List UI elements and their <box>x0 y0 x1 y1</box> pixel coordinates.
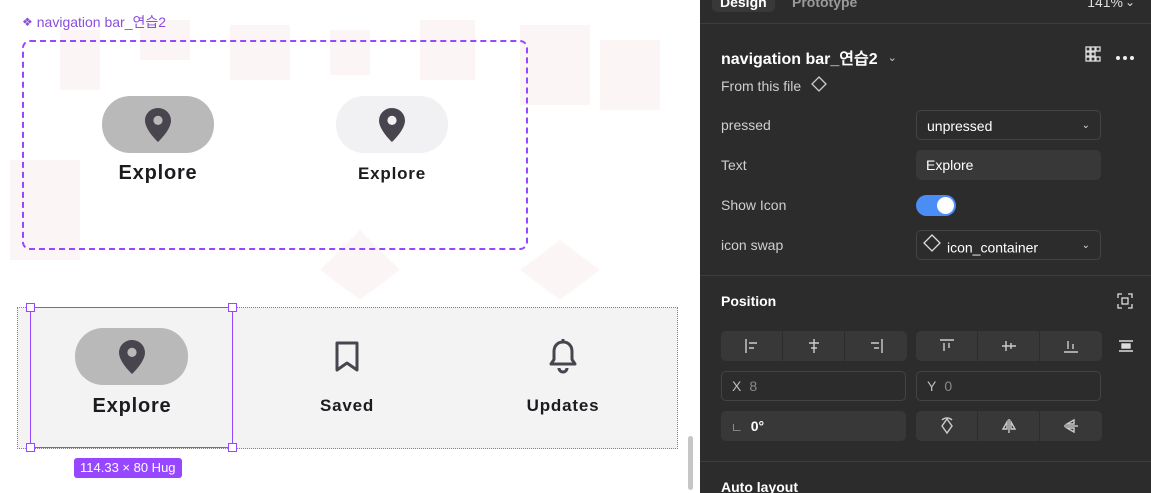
resize-handle-top-left[interactable] <box>26 303 35 312</box>
resize-handle-bottom-right[interactable] <box>228 443 237 452</box>
location-pin-icon <box>145 107 171 142</box>
variant-pressed-label: Explore <box>118 162 198 184</box>
text-input[interactable]: Explore <box>916 150 1101 180</box>
properties-panel: Design Prototype 141% ⌄ navigation bar_연… <box>700 0 1151 493</box>
horizontal-align-group <box>721 331 907 361</box>
selection-size-badge: 114.33 × 80 Hug <box>74 458 182 478</box>
component-grid-icon[interactable] <box>1085 46 1101 65</box>
variant-pressed-pill[interactable] <box>102 96 214 153</box>
align-top-button[interactable] <box>916 331 978 361</box>
design-canvas[interactable]: ❖ navigation bar_연습2 Explore Explore Exp… <box>0 0 700 493</box>
rotation-value: 0° <box>750 418 765 434</box>
show-icon-toggle[interactable] <box>916 195 956 216</box>
align-right-button[interactable] <box>845 331 907 361</box>
icon-swap-select[interactable]: icon_container ⌄ <box>916 230 1101 260</box>
component-diamond-icon <box>923 232 941 262</box>
component-diamond-icon[interactable] <box>811 76 828 95</box>
prop-pressed-label: pressed <box>721 117 771 133</box>
position-section-title: Position <box>721 293 777 309</box>
y-value: 0 <box>944 378 953 394</box>
align-vertical-center-button[interactable] <box>978 331 1040 361</box>
instance-name-text: navigation bar_연습2 <box>721 51 878 68</box>
instance-name[interactable]: navigation bar_연습2 ⌄ <box>721 45 897 69</box>
focus-frame-icon[interactable] <box>1117 293 1133 312</box>
bookmark-icon[interactable] <box>333 340 361 379</box>
canvas-scrollbar[interactable] <box>688 436 693 490</box>
distribute-icon[interactable] <box>1118 338 1134 357</box>
align-left-button[interactable] <box>721 331 783 361</box>
selection-box[interactable] <box>30 307 233 448</box>
tab-prototype[interactable]: Prototype <box>792 0 857 12</box>
instance-actions <box>1085 46 1135 65</box>
flip-vertical-button[interactable] <box>1040 411 1102 441</box>
y-position-field[interactable]: Y0 <box>916 371 1101 401</box>
prop-text-label: Text <box>721 157 747 173</box>
pressed-select-value: unpressed <box>927 118 993 134</box>
chevron-down-icon: ⌄ <box>1081 240 1090 251</box>
angle-icon: ∟ <box>731 420 743 434</box>
nav-item-updates-label: Updates <box>526 396 600 415</box>
transform-group <box>916 411 1102 441</box>
auto-layout-section-title: Auto layout <box>721 479 798 493</box>
chevron-down-icon: ⌄ <box>887 51 897 64</box>
icon-swap-value: icon_container <box>947 239 1039 256</box>
align-bottom-button[interactable] <box>1040 331 1102 361</box>
section-divider <box>700 461 1151 462</box>
variant-unpressed-label: Explore <box>358 164 426 183</box>
y-axis-label: Y <box>927 378 937 394</box>
resize-handle-bottom-left[interactable] <box>26 443 35 452</box>
variant-unpressed-pill[interactable] <box>336 96 448 153</box>
zoom-level[interactable]: 141% <box>1087 0 1123 12</box>
chevron-down-icon: ⌄ <box>1081 120 1090 131</box>
x-axis-label: X <box>732 378 742 394</box>
location-pin-icon <box>379 107 405 142</box>
section-divider <box>700 275 1151 276</box>
component-set-label[interactable]: ❖ navigation bar_연습2 <box>22 12 166 32</box>
from-this-file[interactable]: From this file <box>721 76 828 95</box>
panel-tabs: Design Prototype 141% ⌄ <box>700 0 1151 24</box>
resize-handle-top-right[interactable] <box>228 303 237 312</box>
toggle-knob <box>937 197 954 214</box>
variant-frame[interactable] <box>22 40 528 250</box>
rotate-90-button[interactable] <box>916 411 978 441</box>
prop-show-icon-label: Show Icon <box>721 197 787 213</box>
component-set-name: navigation bar_연습2 <box>36 14 167 30</box>
from-file-text: From this file <box>721 77 802 94</box>
x-position-field[interactable]: X8 <box>721 371 906 401</box>
prop-icon-swap-label: icon swap <box>721 237 784 253</box>
rotation-field[interactable]: ∟ 0° <box>721 411 906 441</box>
bell-icon[interactable] <box>547 338 579 381</box>
more-options-icon[interactable] <box>1115 48 1135 64</box>
flip-horizontal-button[interactable] <box>978 411 1040 441</box>
tab-design[interactable]: Design <box>712 0 775 12</box>
nav-item-saved-label: Saved <box>319 396 375 415</box>
pressed-select[interactable]: unpressed ⌄ <box>916 110 1101 140</box>
component-set-icon: ❖ <box>22 15 33 29</box>
x-value: 8 <box>749 378 758 394</box>
zoom-chevron-icon[interactable]: ⌄ <box>1125 0 1135 12</box>
vertical-align-group <box>916 331 1102 361</box>
align-horizontal-center-button[interactable] <box>783 331 845 361</box>
